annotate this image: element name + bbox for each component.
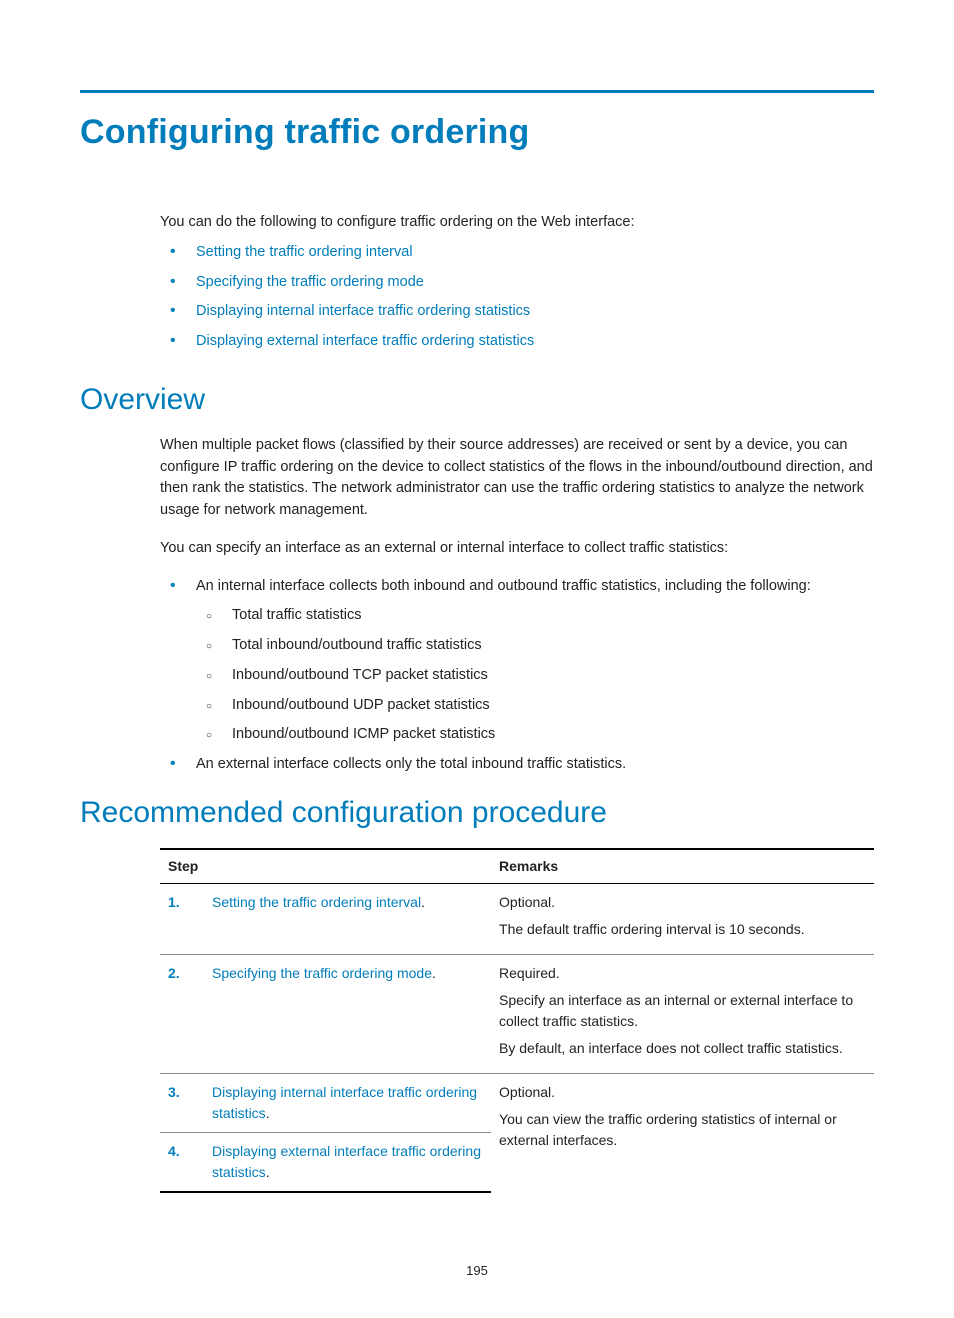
sub-item: Total traffic statistics [196, 605, 874, 627]
remarks-line: The default traffic ordering interval is… [499, 919, 866, 940]
sub-item: Inbound/outbound UDP packet statistics [196, 695, 874, 717]
page-number: 195 [80, 1263, 874, 1278]
bullet-internal: An internal interface collects both inbo… [160, 576, 874, 747]
intro-link-item: Setting the traffic ordering interval [160, 242, 874, 264]
overview-heading: Overview [80, 383, 874, 417]
sub-list: Total traffic statistics Total inbound/o… [196, 605, 874, 746]
overview-block: When multiple packet flows (classified b… [160, 435, 874, 776]
top-rule [80, 90, 874, 93]
step-period: . [432, 965, 436, 981]
sub-item: Inbound/outbound ICMP packet statistics [196, 724, 874, 746]
remarks-cell: Required. Specify an interface as an int… [491, 954, 874, 1073]
bullet-external: An external interface collects only the … [160, 754, 874, 776]
remarks-cell-shared: Optional. You can view the traffic order… [491, 1073, 874, 1192]
step-link-external-stats[interactable]: Displaying external interface traffic or… [212, 1143, 481, 1180]
remarks-line: Specify an interface as an internal or e… [499, 990, 866, 1032]
intro-text: You can do the following to configure tr… [160, 212, 874, 234]
step-link-internal-stats[interactable]: Displaying internal interface traffic or… [212, 1084, 477, 1121]
step-number: 3. [168, 1082, 196, 1103]
table-row: 2. Specifying the traffic ordering mode.… [160, 954, 874, 1073]
sub-item: Total inbound/outbound traffic statistic… [196, 635, 874, 657]
col-remarks: Remarks [491, 849, 874, 884]
procedure-heading: Recommended configuration procedure [80, 796, 874, 830]
step-number: 2. [168, 963, 196, 984]
step-period: . [266, 1105, 270, 1121]
overview-bullets: An internal interface collects both inbo… [160, 576, 874, 776]
step-period: . [266, 1164, 270, 1180]
procedure-block: Step Remarks 1. Setting the traffic orde… [160, 848, 874, 1193]
document-page: Configuring traffic ordering You can do … [0, 0, 954, 1318]
remarks-cell: Optional. The default traffic ordering i… [491, 883, 874, 954]
page-title: Configuring traffic ordering [80, 113, 874, 152]
step-number: 4. [168, 1141, 196, 1162]
remarks-line: By default, an interface does not collec… [499, 1038, 866, 1059]
step-link-interval[interactable]: Setting the traffic ordering interval [212, 894, 421, 910]
link-set-interval[interactable]: Setting the traffic ordering interval [196, 244, 413, 260]
table-row: 3. Displaying internal interface traffic… [160, 1073, 874, 1132]
intro-link-list: Setting the traffic ordering interval Sp… [160, 242, 874, 353]
remarks-line: You can view the traffic ordering statis… [499, 1109, 866, 1151]
bullet-internal-text: An internal interface collects both inbo… [196, 578, 811, 594]
step-link-mode[interactable]: Specifying the traffic ordering mode [212, 965, 432, 981]
remarks-line: Optional. [499, 892, 866, 913]
overview-para2: You can specify an interface as an exter… [160, 538, 874, 560]
overview-para1: When multiple packet flows (classified b… [160, 435, 874, 522]
procedure-table: Step Remarks 1. Setting the traffic orde… [160, 848, 874, 1193]
intro-link-item: Specifying the traffic ordering mode [160, 272, 874, 294]
link-specify-mode[interactable]: Specifying the traffic ordering mode [196, 274, 424, 290]
remarks-line: Required. [499, 963, 866, 984]
link-display-external[interactable]: Displaying external interface traffic or… [196, 333, 534, 349]
step-number: 1. [168, 892, 196, 913]
step-period: . [421, 894, 425, 910]
link-display-internal[interactable]: Displaying internal interface traffic or… [196, 303, 530, 319]
remarks-line: Optional. [499, 1082, 866, 1103]
intro-link-item: Displaying external interface traffic or… [160, 331, 874, 353]
sub-item: Inbound/outbound TCP packet statistics [196, 665, 874, 687]
col-step: Step [160, 849, 491, 884]
intro-block: You can do the following to configure tr… [160, 212, 874, 353]
table-row: 1. Setting the traffic ordering interval… [160, 883, 874, 954]
intro-link-item: Displaying internal interface traffic or… [160, 301, 874, 323]
